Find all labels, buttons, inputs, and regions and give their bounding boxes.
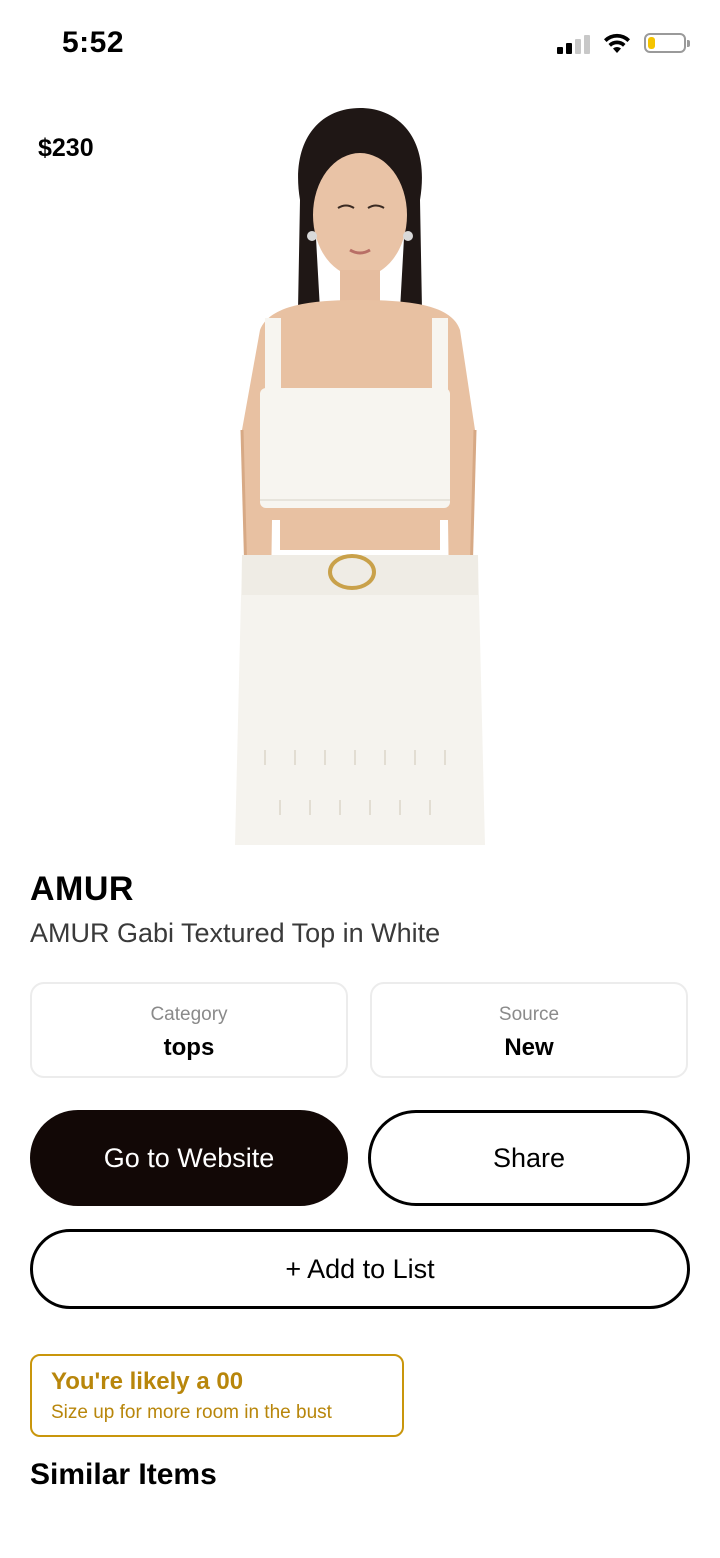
product-image bbox=[235, 108, 485, 845]
category-label: Category bbox=[150, 1004, 228, 1025]
status-icons bbox=[557, 32, 690, 54]
source-card: Source New bbox=[370, 982, 688, 1078]
size-recommendation-subtitle: Size up for more room in the bust bbox=[51, 1402, 332, 1423]
go-to-website-button[interactable]: Go to Website bbox=[30, 1110, 348, 1206]
similar-items-heading: Similar Items bbox=[30, 1458, 217, 1491]
status-bar: 5:52 bbox=[0, 0, 720, 90]
size-recommendation: You're likely a 00 Size up for more room… bbox=[30, 1354, 404, 1437]
size-recommendation-title: You're likely a 00 bbox=[51, 1368, 244, 1395]
source-label: Source bbox=[498, 1004, 560, 1025]
product-price: $230 bbox=[38, 134, 94, 162]
source-value: New bbox=[504, 1034, 554, 1061]
battery-level bbox=[648, 37, 655, 49]
product-name: AMUR Gabi Textured Top in White bbox=[30, 918, 441, 948]
go-to-website-label: Go to Website bbox=[103, 1142, 275, 1173]
share-button[interactable]: Share bbox=[368, 1110, 690, 1206]
category-card: Category tops bbox=[30, 982, 348, 1078]
brand-name: AMUR bbox=[30, 870, 134, 908]
share-label: Share bbox=[492, 1142, 566, 1173]
status-time: 5:52 bbox=[62, 26, 125, 59]
add-to-list-label: + Add to List bbox=[285, 1253, 435, 1284]
battery-icon bbox=[644, 33, 690, 53]
category-value: tops bbox=[163, 1034, 215, 1061]
cellular-signal-icon bbox=[557, 32, 590, 54]
add-to-list-button[interactable]: + Add to List bbox=[30, 1229, 690, 1309]
wifi-icon bbox=[604, 33, 630, 53]
